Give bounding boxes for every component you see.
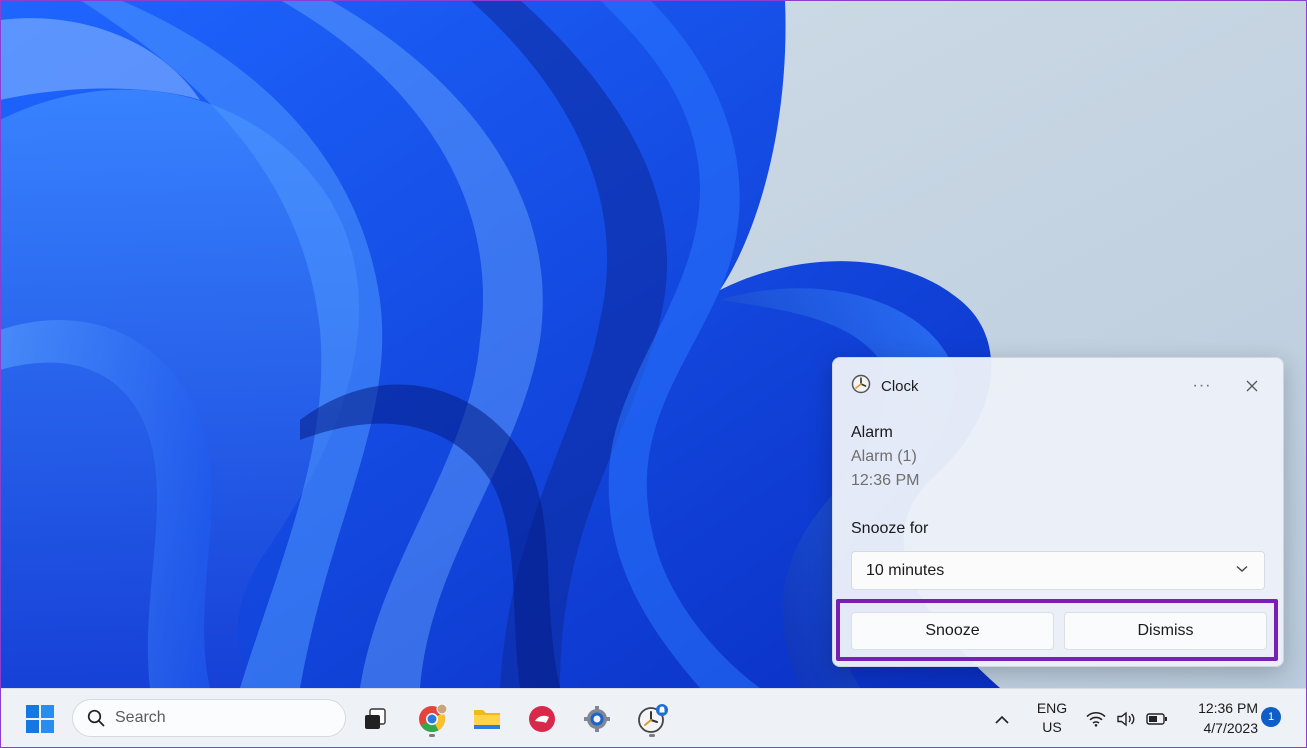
running-indicator [649, 734, 655, 737]
task-view-button[interactable] [355, 699, 395, 739]
taskbar-search-box[interactable]: Search [72, 699, 346, 737]
taskbar-clock[interactable]: 12:36 PM 4/7/2023 [1182, 698, 1258, 738]
clock-app-icon [851, 374, 871, 399]
language-code: ENG [1036, 700, 1068, 716]
more-dots-icon: ··· [1192, 377, 1212, 394]
search-placeholder: Search [115, 709, 166, 726]
chrome-icon [419, 704, 447, 733]
red-app-button[interactable] [522, 699, 562, 739]
alarm-name: Alarm (1) [851, 448, 917, 465]
settings-gear-icon [584, 706, 610, 732]
notification-center-badge[interactable]: 1 [1261, 707, 1281, 727]
snooze-button[interactable]: Snooze [851, 612, 1054, 650]
start-button[interactable] [20, 699, 60, 739]
chevron-down-icon [1236, 565, 1248, 572]
red-app-icon [529, 706, 555, 732]
snooze-duration-value: 10 minutes [866, 561, 945, 579]
close-icon [1246, 380, 1258, 392]
snooze-for-label: Snooze for [851, 520, 929, 537]
taskbar-date: 4/7/2023 [1203, 720, 1259, 736]
clock-taskbar-button[interactable] [632, 699, 672, 739]
wifi-icon [1086, 711, 1106, 727]
show-hidden-icons-button[interactable] [985, 699, 1019, 739]
file-explorer-icon [474, 710, 500, 729]
taskbar-time: 12:36 PM [1198, 700, 1258, 716]
clock-app-icon [638, 704, 668, 733]
windows-start-icon [26, 705, 54, 733]
alarm-time: 12:36 PM [851, 472, 920, 489]
search-icon [87, 709, 105, 727]
chrome-button[interactable] [412, 699, 452, 739]
notification-more-button[interactable]: ··· [1189, 374, 1215, 398]
chevron-up-icon [995, 715, 1009, 724]
file-explorer-button[interactable] [467, 699, 507, 739]
volume-icon [1117, 711, 1135, 727]
snooze-duration-select[interactable]: 10 minutes [851, 551, 1265, 590]
notification-close-button[interactable] [1239, 374, 1265, 398]
clock-alarm-notification: Clock ··· Alarm Alarm (1) 12:36 PM Snooz… [832, 357, 1284, 667]
task-view-icon [365, 708, 386, 729]
notification-title: Alarm [851, 424, 893, 441]
dismiss-button[interactable]: Dismiss [1064, 612, 1267, 650]
taskbar: Search ENG US 12:36 PM 4/7/2023 1 [0, 688, 1307, 748]
notification-app-name: Clock [881, 377, 919, 395]
battery-icon [1146, 713, 1167, 725]
system-tray-quick-settings[interactable] [1084, 699, 1170, 739]
settings-button[interactable] [577, 699, 617, 739]
notification-header: Clock [851, 374, 919, 399]
language-region: US [1042, 719, 1062, 735]
running-indicator [429, 734, 435, 737]
input-language-indicator[interactable]: ENG US [1030, 699, 1074, 737]
